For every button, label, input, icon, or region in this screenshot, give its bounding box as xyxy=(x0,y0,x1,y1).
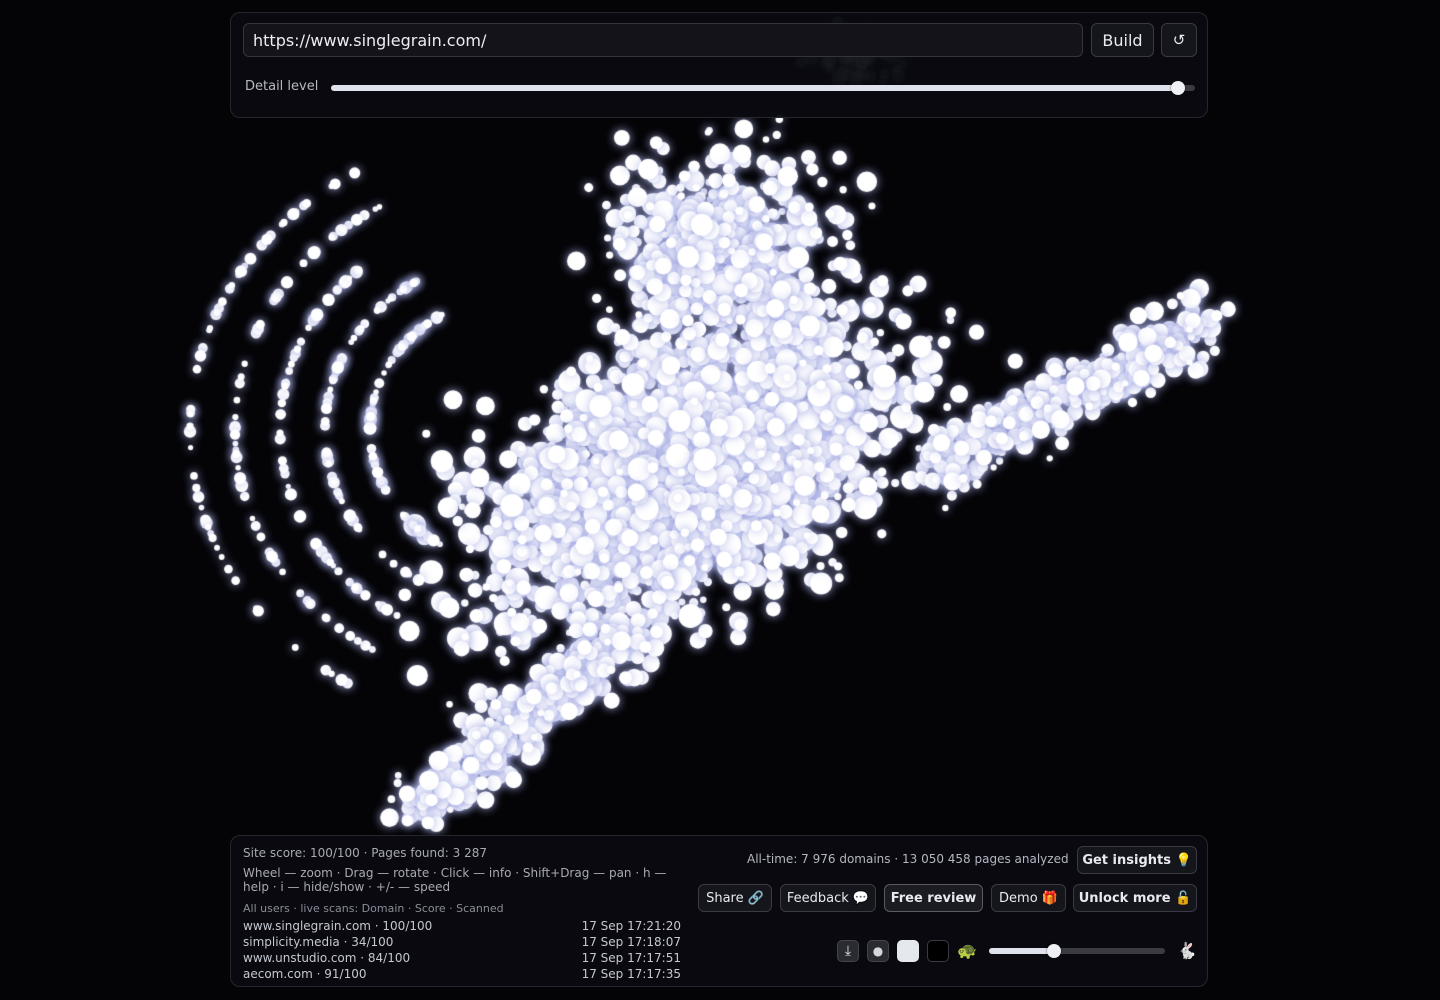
scan-domain: aecom.com · 91/100 xyxy=(243,967,367,980)
build-panel: Build ↺ Detail level xyxy=(230,12,1208,118)
scan-domain: www.singlegrain.com · 100/100 xyxy=(243,919,433,933)
scan-domain: www.unstudio.com · 84/100 xyxy=(243,951,411,965)
get-insights-button[interactable]: Get insights 💡 xyxy=(1077,846,1197,874)
feedback-button[interactable]: Feedback 💬 xyxy=(780,884,876,912)
detail-level-slider[interactable] xyxy=(331,81,1195,95)
detail-level-thumb[interactable] xyxy=(1170,81,1185,95)
share-button[interactable]: Share 🔗 xyxy=(698,884,772,912)
scan-row[interactable]: aecom.com · 91/100 17 Sep 17:17:35 xyxy=(243,966,681,980)
scan-time: 17 Sep 17:21:20 xyxy=(581,919,681,933)
speed-thumb[interactable] xyxy=(1047,944,1062,958)
live-scans-list: www.singlegrain.com · 100/100 17 Sep 17:… xyxy=(243,918,681,980)
dot-icon: ● xyxy=(872,944,884,958)
all-time-stats: All-time: 7 976 domains · 13 050 458 pag… xyxy=(747,852,1069,866)
refresh-button[interactable]: ↺ xyxy=(1161,23,1197,57)
scan-time: 17 Sep 17:17:35 xyxy=(581,967,681,980)
speed-fill xyxy=(989,948,1055,954)
live-scans-header: All users · live scans: Domain · Score ·… xyxy=(243,902,504,915)
light-theme-swatch[interactable] xyxy=(897,940,919,962)
scan-row[interactable]: simplicity.media · 34/100 17 Sep 17:18:0… xyxy=(243,934,681,950)
url-input[interactable] xyxy=(243,23,1083,57)
scan-row[interactable]: www.unstudio.com · 84/100 17 Sep 17:17:5… xyxy=(243,950,681,966)
download-button[interactable]: ⤓ xyxy=(837,940,859,962)
detail-level-fill xyxy=(331,85,1178,91)
refresh-icon: ↺ xyxy=(1172,31,1186,49)
scan-row[interactable]: www.singlegrain.com · 100/100 17 Sep 17:… xyxy=(243,918,681,934)
detail-level-label: Detail level xyxy=(245,79,319,94)
free-review-button[interactable]: Free review xyxy=(884,884,983,912)
demo-button[interactable]: Demo 🎁 xyxy=(991,884,1066,912)
turtle-icon: 🐢 xyxy=(957,941,977,960)
build-button[interactable]: Build xyxy=(1091,23,1154,57)
scan-time: 17 Sep 17:17:51 xyxy=(581,951,681,965)
rabbit-icon: 🐇 xyxy=(1177,941,1197,960)
point-style-button[interactable]: ● xyxy=(867,940,889,962)
scan-domain: simplicity.media · 34/100 xyxy=(243,935,394,949)
scan-time: 17 Sep 17:18:07 xyxy=(581,935,681,949)
unlock-more-button[interactable]: Unlock more 🔓 xyxy=(1073,884,1197,912)
speed-slider[interactable] xyxy=(989,944,1165,958)
info-panel: Site score: 100/100 · Pages found: 3 287… xyxy=(230,835,1208,987)
dark-theme-swatch[interactable] xyxy=(927,940,949,962)
help-text: Wheel — zoom · Drag — rotate · Click — i… xyxy=(243,866,667,894)
site-score-text: Site score: 100/100 · Pages found: 3 287 xyxy=(243,846,487,860)
download-icon: ⤓ xyxy=(844,943,852,959)
